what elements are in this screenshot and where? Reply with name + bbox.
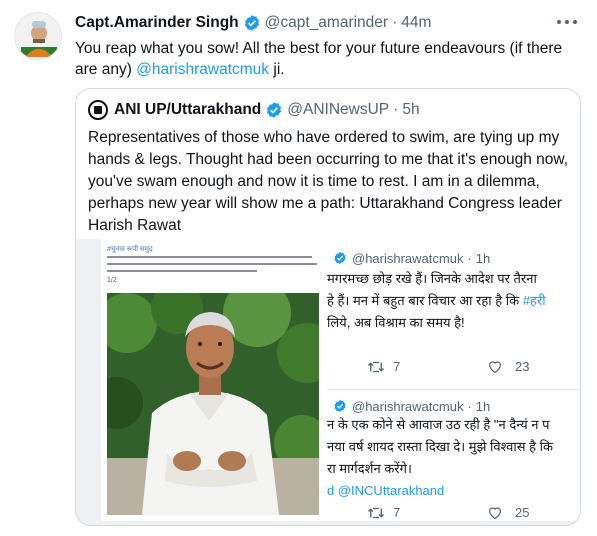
text-line <box>107 256 312 258</box>
embedded-handle: @harishrawatcmuk <box>352 250 464 266</box>
heart-icon <box>489 361 501 374</box>
screenshot-right: @harishrawatcmuk · 1h मगरमच्छ छोड़ रखे ह… <box>327 239 580 521</box>
embedded-text-line: मगरमच्छ छोड़ रखे हैं। जिनके आदेश पर तैरन… <box>327 271 537 286</box>
retweet-count: 7 <box>393 359 401 374</box>
embedded-tweet-2-actions: 7 25 <box>327 505 580 521</box>
quoted-author-handle[interactable]: @ANINewsUP <box>287 101 389 119</box>
retweet-stat: 7 <box>367 359 400 374</box>
tweet-timestamp[interactable]: 44m <box>401 14 431 32</box>
embedded-time: 1h <box>475 398 491 414</box>
photo-illustration <box>107 293 319 515</box>
tweet-text: You reap what you sow! All the best for … <box>75 38 585 80</box>
verified-badge-icon <box>334 251 346 265</box>
like-stat: 25 <box>487 505 529 520</box>
embedded-text: हे हैं। मन में बहुत बार विचार आ रहा है क… <box>327 293 520 308</box>
more-icon[interactable] <box>557 14 577 30</box>
header-separator: · <box>393 101 399 118</box>
embedded-divider <box>327 389 580 390</box>
header-separator: · <box>392 14 398 31</box>
harish-rawat-photo <box>107 293 319 515</box>
quoted-tweet[interactable]: ANI UP/Uttarakhand @ANINewsUP · 5h Repre… <box>75 88 581 526</box>
quoted-tweet-header: ANI UP/Uttarakhand @ANINewsUP · 5h <box>88 99 420 121</box>
header-separator: · <box>467 398 472 414</box>
quoted-author-name[interactable]: ANI UP/Uttarakhand <box>114 101 261 119</box>
embedded-text-line: लिये, अब विश्राम का समय है! <box>327 315 465 330</box>
retweet-stat: 7 <box>367 505 400 520</box>
embedded-text-line: हे हैं। मन में बहुत बार विचार आ रहा है क… <box>327 291 546 311</box>
verified-badge-icon <box>267 102 282 118</box>
retweet-count: 7 <box>393 505 401 520</box>
header-separator: · <box>467 250 472 266</box>
author-handle[interactable]: @capt_amarinder <box>265 14 388 32</box>
like-count: 25 <box>515 505 530 520</box>
embedded-text-line: d @INCUttarakhand <box>327 481 444 501</box>
embedded-time: 1h <box>475 250 491 266</box>
screenshot-page: 1/2 <box>107 277 117 284</box>
retweet-icon <box>368 361 384 372</box>
quoted-author-avatar[interactable] <box>88 100 108 120</box>
embedded-text-line: रा मार्गदर्शन करेंगे। <box>327 461 412 476</box>
author-avatar[interactable] <box>14 12 62 60</box>
tweet-text-end: ji. <box>269 61 285 78</box>
author-name[interactable]: Capt.Amarinder Singh <box>75 14 239 32</box>
retweet-icon <box>368 507 384 518</box>
embedded-hashtag: #हरी <box>522 293 546 308</box>
avatar-portrait <box>21 21 57 57</box>
embedded-text-line: न के एक कोने से आवाज उठ रही है "न दैन्यं… <box>327 417 550 432</box>
text-line <box>107 263 317 265</box>
embedded-mention: @INCUttarakhand <box>337 483 445 498</box>
verified-badge-icon <box>244 15 259 31</box>
quoted-timestamp[interactable]: 5h <box>402 101 419 119</box>
screenshot-left: #चुनाव रूपी समुद्र 1/2 <box>101 239 327 521</box>
quoted-tweet-media[interactable]: #चुनाव रूपी समुद्र 1/2 @harishrawatcmuk … <box>76 239 580 525</box>
embedded-text-line: नया वर्ष शायद रास्ता दिखा दे। मुझे विश्व… <box>327 439 553 454</box>
tweet-header: Capt.Amarinder Singh @capt_amarinder · 4… <box>75 12 431 34</box>
verified-badge-icon <box>334 399 346 413</box>
embedded-handle: @harishrawatcmuk <box>352 398 464 414</box>
quoted-tweet-text: Representatives of those who have ordere… <box>88 129 569 234</box>
mention-link[interactable]: @harishrawatcmuk <box>136 61 269 78</box>
text-line <box>107 270 257 272</box>
screenshot-hashtag: #चुनाव रूपी समुद्र <box>107 246 153 253</box>
heart-icon <box>489 507 501 520</box>
embedded-tweet-2-header: @harishrawatcmuk · 1h <box>333 397 490 415</box>
embedded-text: d <box>327 483 338 498</box>
embedded-tweet-1-actions: 7 23 <box>327 359 580 379</box>
embedded-tweet-1-header: @harishrawatcmuk · 1h <box>333 249 490 267</box>
like-stat: 23 <box>487 359 529 374</box>
tweet[interactable]: Capt.Amarinder Singh @capt_amarinder · 4… <box>0 0 597 536</box>
like-count: 23 <box>515 359 530 374</box>
